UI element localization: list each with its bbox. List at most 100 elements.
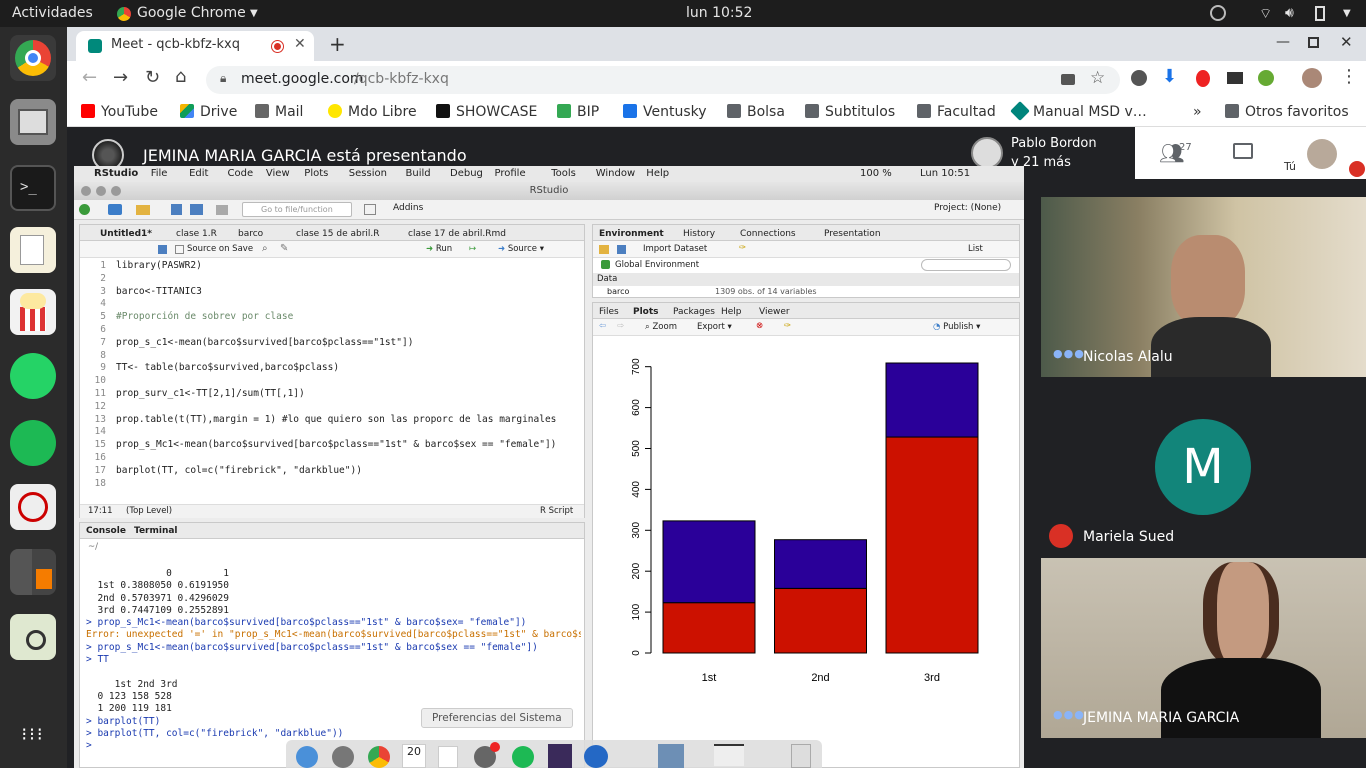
open-file-icon[interactable]: [136, 205, 150, 215]
mac-menu-rstudio[interactable]: RStudio: [94, 168, 138, 179]
extension-download-icon[interactable]: ⬇: [1162, 66, 1177, 87]
tab-close-icon[interactable]: ✕: [294, 36, 306, 52]
calculator-dock-icon[interactable]: [10, 549, 56, 595]
bookmark-star-icon[interactable]: ☆: [1090, 68, 1105, 88]
maximize-icon[interactable]: [1308, 37, 1319, 48]
bookmark-manual-msd[interactable]: Manual MSD v…: [1010, 101, 1147, 121]
terminal-dock-icon[interactable]: >_: [10, 165, 56, 211]
tab-meet[interactable]: Meet - qcb-kbfz-kxq ✕: [76, 31, 314, 61]
mac-menu-debug[interactable]: Debug: [450, 168, 483, 179]
prev-plot-icon[interactable]: ⇦: [599, 321, 606, 331]
bookmark-subtitulos[interactable]: Subtitulos: [805, 104, 895, 120]
files-tab-packages[interactable]: Packages: [673, 307, 715, 317]
profile-avatar[interactable]: [1302, 68, 1322, 88]
forward-icon[interactable]: →: [113, 67, 128, 88]
addins-menu[interactable]: Addins: [393, 203, 423, 213]
files-tab-files[interactable]: Files: [599, 307, 619, 317]
files-tab-plots[interactable]: Plots: [633, 307, 659, 317]
activities-button[interactable]: Actividades: [12, 5, 93, 21]
system-menu-arrow-icon[interactable]: ▼: [1343, 8, 1351, 19]
source-button[interactable]: ➜ Source ▾: [498, 244, 544, 254]
app-menu[interactable]: Google Chrome: [137, 5, 246, 21]
video-tile-jemina[interactable]: ●●● JEMINA MARIA GARCIA: [1041, 558, 1366, 738]
mac-menu-help[interactable]: Help: [646, 168, 669, 179]
rerun-icon[interactable]: ↦: [469, 244, 476, 254]
spotify-mac-dock-icon[interactable]: [512, 746, 534, 768]
extension-screen-icon[interactable]: [1227, 72, 1243, 84]
mac-menu-tools[interactable]: Tools: [551, 168, 576, 179]
source-on-save-checkbox[interactable]: [175, 245, 184, 254]
mac-clock[interactable]: Lun 10:51: [920, 168, 970, 179]
mac-menu-build[interactable]: Build: [406, 168, 431, 179]
reminders-dock-icon[interactable]: [438, 746, 458, 768]
image-viewer-dock-icon[interactable]: [10, 614, 56, 660]
bookmark-mdo-libre[interactable]: Mdo Libre: [328, 104, 417, 120]
mac-menu-view[interactable]: View: [266, 168, 290, 179]
launchpad-dock-icon[interactable]: [332, 746, 354, 768]
env-search-input[interactable]: [921, 259, 1011, 271]
editor-tab-clase-1-r[interactable]: clase 1.R: [176, 229, 217, 239]
mac-menu-file[interactable]: File: [151, 168, 168, 179]
editor-save-icon[interactable]: [158, 245, 167, 254]
file-dock-icon[interactable]: [714, 744, 744, 766]
mac-zoom-icon[interactable]: [111, 186, 121, 196]
save-all-icon[interactable]: [190, 204, 203, 215]
remove-plot-icon[interactable]: ⊗: [756, 321, 763, 331]
mac-close-icon[interactable]: [81, 186, 91, 196]
whatsapp-tray-icon[interactable]: [1210, 5, 1226, 21]
texmaker-dock-icon[interactable]: [548, 744, 572, 768]
self-view-thumbnail[interactable]: [1307, 139, 1337, 169]
export-button[interactable]: Export ▾: [697, 322, 732, 332]
editor-tab-barco[interactable]: barco: [238, 229, 263, 239]
print-icon[interactable]: [216, 205, 228, 215]
clear-plots-icon[interactable]: ✑: [784, 321, 791, 331]
extension-ball-icon[interactable]: [1258, 70, 1274, 86]
minimize-icon[interactable]: —: [1276, 34, 1290, 50]
bookmark-facultad[interactable]: Facultad: [917, 104, 996, 120]
grid-icon[interactable]: [364, 204, 376, 215]
chat-icon[interactable]: [1233, 143, 1253, 159]
camera-icon[interactable]: [1061, 74, 1075, 85]
chrome-menu-icon[interactable]: ⋮: [1340, 66, 1358, 87]
wifi-icon[interactable]: ⌔: [1259, 5, 1272, 23]
r-app-dock-icon[interactable]: [584, 745, 608, 768]
env-tab-connections[interactable]: Connections: [740, 229, 796, 239]
show-apps-icon[interactable]: ⁝⁝⁝: [10, 712, 56, 758]
load-workspace-icon[interactable]: [599, 245, 609, 254]
import-dataset-button[interactable]: Import Dataset: [643, 244, 707, 254]
clock[interactable]: lun 10:52: [686, 5, 752, 21]
whatsapp-dock-icon[interactable]: [10, 353, 56, 399]
broom-icon[interactable]: ✑: [739, 243, 746, 253]
battery-icon[interactable]: [1315, 6, 1325, 21]
tab-terminal[interactable]: Terminal: [134, 526, 178, 536]
editor-tab-clase-17-de-abril-rmd[interactable]: clase 17 de abril.Rmd: [408, 229, 506, 239]
list-view-toggle[interactable]: List: [968, 244, 983, 254]
zoom-button[interactable]: ⌕ Zoom: [645, 322, 677, 332]
global-environment-select[interactable]: Global Environment: [615, 260, 699, 270]
console-output[interactable]: 0 1 1st 0.3808050 0.6191950 2nd 0.570397…: [86, 568, 581, 763]
mac-menu-session[interactable]: Session: [349, 168, 387, 179]
spotify-dock-icon[interactable]: [10, 420, 56, 466]
env-tab-history[interactable]: History: [683, 229, 715, 239]
bookmark-drive[interactable]: Drive: [180, 104, 237, 120]
self-mic-off-icon[interactable]: [1349, 161, 1365, 177]
save-workspace-icon[interactable]: [617, 245, 626, 254]
new-project-icon[interactable]: [108, 204, 122, 215]
video-tile-mariela[interactable]: M Mariela Sued: [1041, 377, 1366, 557]
files-dock-icon[interactable]: [10, 99, 56, 145]
chrome-dock-icon[interactable]: [10, 35, 56, 81]
popcorn-dock-icon[interactable]: [10, 289, 56, 335]
chrome-mac-dock-icon[interactable]: [368, 746, 390, 768]
extension-globe-icon[interactable]: [1131, 70, 1147, 86]
scope-indicator[interactable]: (Top Level): [126, 506, 172, 516]
editor-tab-untitled1[interactable]: Untitled1*: [100, 229, 152, 239]
bookmarks-overflow-button[interactable]: »: [1193, 104, 1202, 120]
editor-tab-clase-15-de-abril-r[interactable]: clase 15 de abril.R: [296, 229, 380, 239]
pdf-viewer-dock-icon[interactable]: [10, 484, 56, 530]
goto-file-input[interactable]: Go to file/function: [242, 202, 352, 217]
run-button[interactable]: ➜ Run: [426, 244, 452, 254]
script-type[interactable]: R Script: [540, 506, 573, 516]
back-icon[interactable]: ←: [82, 67, 97, 88]
wand-icon[interactable]: ✎: [280, 243, 288, 254]
tab-console[interactable]: Console: [86, 526, 126, 536]
